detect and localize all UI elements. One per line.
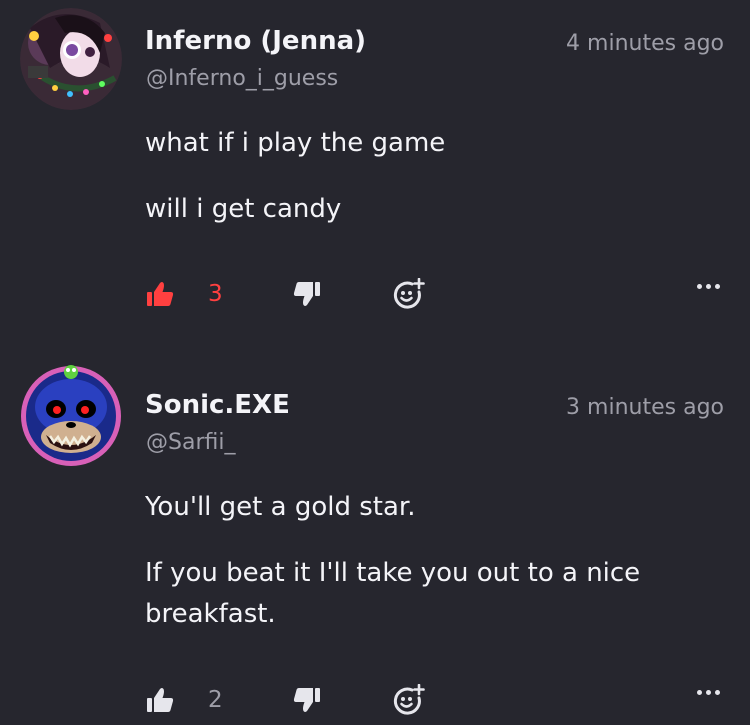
comment-paragraph: will i get candy	[145, 194, 342, 224]
avatar-image	[20, 8, 122, 110]
comment-paragraph: what if i play the game	[145, 128, 446, 158]
comment-actions: 2	[0, 680, 750, 720]
avatar[interactable]	[20, 365, 122, 467]
thumbs-down-icon	[293, 282, 320, 306]
author-name[interactable]: Inferno (Jenna)	[145, 26, 366, 56]
timestamp: 4 minutes ago	[566, 31, 724, 56]
more-options-button[interactable]	[697, 284, 720, 289]
comment-paragraph: If you beat it I'll take you out to a ni…	[145, 558, 641, 629]
comment: Sonic.EXE @Sarfii_ 3 minutes ago You'll …	[0, 355, 750, 725]
add-reaction-button[interactable]	[393, 680, 425, 720]
more-options-icon	[697, 284, 702, 289]
timestamp: 3 minutes ago	[566, 395, 724, 420]
author-handle[interactable]: @Inferno_i_guess	[146, 66, 338, 91]
dislike-button[interactable]	[293, 274, 321, 314]
like-button[interactable]	[146, 680, 174, 720]
comment-actions: 3	[0, 274, 750, 314]
avatar[interactable]	[20, 8, 122, 110]
author-name[interactable]: Sonic.EXE	[145, 390, 290, 420]
author-handle[interactable]: @Sarfii_	[146, 430, 235, 455]
add-reaction-icon	[393, 684, 425, 715]
thumbs-down-icon	[293, 688, 320, 712]
like-count: 3	[208, 281, 223, 307]
dislike-button[interactable]	[293, 680, 321, 720]
more-options-button[interactable]	[697, 690, 720, 695]
like-button[interactable]	[146, 274, 174, 314]
thumbs-up-icon	[147, 282, 174, 306]
add-reaction-button[interactable]	[393, 274, 425, 314]
comment: Inferno (Jenna) @Inferno_i_guess 4 minut…	[0, 0, 750, 340]
add-reaction-icon	[393, 278, 425, 309]
thumbs-up-icon	[147, 688, 174, 712]
avatar-image	[21, 365, 121, 466]
more-options-icon	[697, 690, 702, 695]
like-count: 2	[208, 687, 223, 713]
comment-paragraph: You'll get a gold star.	[145, 492, 416, 522]
